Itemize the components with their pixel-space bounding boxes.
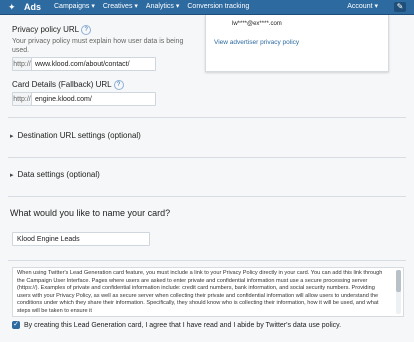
main-content: Privacy policy URL? Your privacy policy … [0, 15, 414, 342]
advertiser-email: lw****@ex****.com [232, 21, 282, 27]
nav-analytics[interactable]: Analytics ▾ [146, 1, 179, 13]
agree-checkbox[interactable]: ✓ [12, 321, 20, 329]
destination-url-section[interactable]: ▸ Destination URL settings (optional) [10, 131, 141, 140]
top-nav-bar: ✦ Ads Campaigns ▾ Creatives ▾ Analytics … [0, 0, 414, 15]
data-use-policy-textbox[interactable]: When using Twitter's Lead Generation car… [12, 267, 404, 317]
agree-text: By creating this Lead Generation card, I… [24, 321, 342, 329]
card-details-value: engine.klood.com/ [35, 96, 92, 103]
expand-arrow-icon: ▸ [10, 133, 14, 140]
advertiser-privacy-link[interactable]: View advertiser privacy policy [214, 39, 299, 46]
privacy-popover: lw****@ex****.com View advertiser privac… [205, 15, 389, 72]
policy-scrollbar[interactable] [396, 270, 401, 314]
brand-label[interactable]: Ads [24, 1, 41, 13]
nav-creatives[interactable]: Creatives ▾ [103, 1, 138, 13]
privacy-policy-input[interactable]: http://www.klood.com/about/contact/ [12, 57, 156, 71]
divider [8, 157, 406, 158]
policy-scroll-thumb[interactable] [396, 270, 401, 292]
info-icon[interactable]: ? [81, 25, 92, 35]
account-menu[interactable]: Account ▾ [347, 1, 378, 13]
compose-icon[interactable]: ✎ [394, 2, 406, 12]
privacy-policy-value: www.klood.com/about/contact/ [35, 61, 130, 68]
privacy-policy-label: Privacy policy URL? [12, 25, 92, 35]
policy-text: When using Twitter's Lead Generation car… [17, 270, 383, 314]
expand-arrow-icon: ▸ [10, 172, 14, 179]
divider [8, 260, 406, 261]
divider [8, 196, 406, 197]
agree-row: ✓ By creating this Lead Generation card,… [12, 321, 341, 329]
info-icon[interactable]: ? [113, 80, 124, 90]
data-settings-section[interactable]: ▸ Data settings (optional) [10, 170, 100, 179]
url-prefix: http:// [13, 93, 32, 105]
twitter-bird-icon[interactable]: ✦ [8, 2, 18, 12]
nav-campaigns[interactable]: Campaigns ▾ [54, 1, 95, 13]
nav-conversion-tracking[interactable]: Conversion tracking [187, 1, 249, 13]
card-details-label: Card Details (Fallback) URL? [12, 80, 124, 90]
divider [8, 117, 406, 118]
main-nav: Campaigns ▾ Creatives ▾ Analytics ▾ Conv… [54, 1, 249, 13]
card-details-input[interactable]: http://engine.klood.com/ [12, 92, 156, 106]
card-name-input[interactable]: Klood Engine Leads [12, 232, 150, 246]
privacy-policy-desc: Your privacy policy must explain how use… [12, 38, 184, 54]
url-prefix: http:// [13, 58, 32, 70]
card-name-question: What would you like to name your card? [10, 208, 171, 218]
